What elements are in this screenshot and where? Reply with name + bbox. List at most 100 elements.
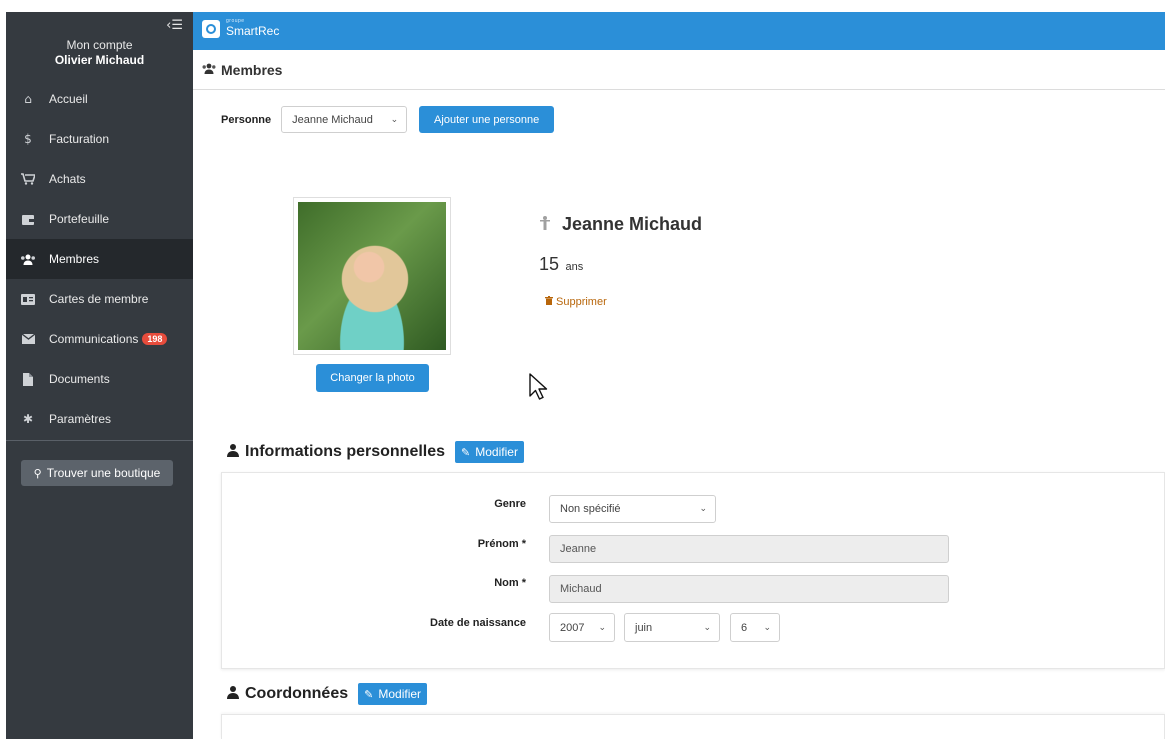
age-unit: ans: [565, 261, 584, 273]
change-photo-button[interactable]: Changer la photo: [316, 364, 429, 392]
delete-label: Supprimer: [556, 296, 607, 308]
lastname-value: Michaud: [560, 583, 602, 595]
page-title: Membres: [221, 61, 283, 78]
search-icon: ⚲: [33, 466, 42, 480]
pencil-icon: ✎: [461, 445, 471, 459]
profile-name-row: Jeanne Michaud: [540, 214, 702, 235]
id-card-icon: [20, 292, 36, 306]
sidebar-item-accueil[interactable]: ⌂ Accueil: [6, 79, 193, 119]
logo-mark-icon: [202, 20, 220, 38]
birth-day-select[interactable]: 6 ⌄: [730, 613, 780, 642]
firstname-field[interactable]: Jeanne: [549, 535, 949, 563]
personal-info-title: Informations personnelles: [245, 443, 446, 460]
logo-superscript: groupe: [226, 18, 245, 24]
change-photo-label: Changer la photo: [330, 372, 415, 384]
profile-name: Jeanne Michaud: [562, 214, 703, 234]
sidebar-item-membres[interactable]: Membres: [6, 239, 193, 279]
contact-heading: Coordonnées ✎ Modifier: [227, 683, 428, 705]
find-shop-label: Trouver une boutique: [46, 466, 161, 480]
sidebar-item-label: Facturation: [49, 132, 110, 146]
sidebar: ‹☰ Mon compte Olivier Michaud ⌂ Accueil …: [6, 12, 193, 739]
sidebar-item-parametres[interactable]: ✱ Paramètres: [6, 399, 193, 439]
gear-icon: ✱: [22, 412, 34, 426]
child-figure-icon: [540, 215, 550, 234]
birth-month-value: juin: [635, 621, 653, 634]
profile-age: 15 ans: [539, 254, 583, 275]
birth-year-value: 2007: [560, 621, 585, 634]
edit-contact-button[interactable]: ✎ Modifier: [358, 683, 428, 705]
gender-label: Genre: [494, 498, 526, 510]
sidebar-item-label: Membres: [49, 252, 100, 266]
sidebar-item-portefeuille[interactable]: Portefeuille: [6, 199, 193, 239]
person-select[interactable]: Jeanne Michaud ⌄: [281, 106, 408, 133]
app-logo[interactable]: groupe SmartRec: [202, 18, 280, 38]
birth-day-value: 6: [741, 621, 748, 634]
age-value: 15: [539, 254, 560, 274]
person-select-value: Jeanne Michaud: [292, 113, 373, 126]
firstname-label: Prénom *: [477, 538, 526, 550]
sidebar-item-cartes-de-membre[interactable]: Cartes de membre: [6, 279, 193, 319]
delete-person-link[interactable]: Supprimer: [545, 296, 607, 308]
account-label: Mon compte: [66, 38, 133, 52]
birth-month-select[interactable]: juin ⌄: [624, 613, 720, 642]
gender-select[interactable]: Non spécifié ⌄: [549, 495, 716, 523]
sidebar-item-label: Accueil: [49, 92, 88, 106]
sidebar-item-label: Portefeuille: [49, 212, 110, 226]
profile-photo-frame: [293, 197, 451, 355]
contact-title: Coordonnées: [245, 685, 349, 702]
top-bar: groupe SmartRec: [193, 12, 1165, 50]
users-icon: [20, 252, 36, 266]
chevron-down-icon: ⌄: [703, 622, 711, 633]
cart-icon: [20, 172, 36, 186]
user-icon: [227, 443, 239, 461]
page-header: Membres: [193, 50, 1165, 90]
lastname-label: Nom *: [494, 577, 526, 589]
mouse-cursor-icon: [528, 372, 550, 407]
lastname-field[interactable]: Michaud: [549, 575, 949, 603]
communications-count-badge: 198: [142, 333, 168, 345]
edit-label: Modifier: [475, 445, 518, 459]
contact-card: [221, 714, 1165, 739]
sidebar-item-label: Communications: [49, 332, 139, 346]
add-person-button[interactable]: Ajouter une personne: [419, 106, 555, 133]
file-icon: [20, 372, 36, 386]
chevron-down-icon: ⌄: [598, 622, 606, 633]
logo-wordmark: groupe SmartRec: [226, 18, 280, 38]
logo-text: SmartRec: [226, 24, 280, 38]
sidebar-item-communications[interactable]: Communications 198: [6, 319, 193, 359]
edit-personal-info-button[interactable]: ✎ Modifier: [455, 441, 524, 463]
chevron-down-icon: ⌄: [390, 114, 399, 125]
chevron-down-icon: ⌄: [699, 504, 707, 514]
envelope-icon: [20, 332, 36, 346]
pencil-icon: ✎: [364, 687, 374, 701]
firstname-value: Jeanne: [560, 543, 597, 555]
sidebar-item-label: Achats: [49, 172, 86, 186]
wallet-icon: [20, 212, 36, 226]
account-name: Olivier Michaud: [54, 53, 145, 67]
chevron-down-icon: ⌄: [763, 622, 771, 633]
personal-info-card: Genre Non spécifié ⌄ Prénom * Jeanne Nom…: [221, 472, 1165, 669]
sidebar-item-documents[interactable]: Documents: [6, 359, 193, 399]
birth-year-select[interactable]: 2007 ⌄: [549, 613, 615, 642]
sidebar-nav: ⌂ Accueil $ Facturation Achats Portefeui…: [6, 79, 193, 439]
sidebar-divider: [6, 440, 193, 441]
sidebar-item-label: Paramètres: [49, 412, 112, 426]
dollar-icon: $: [24, 132, 32, 146]
person-label: Personne: [221, 113, 272, 126]
sidebar-item-achats[interactable]: Achats: [6, 159, 193, 199]
sidebar-item-facturation[interactable]: $ Facturation: [6, 119, 193, 159]
sidebar-item-label: Documents: [49, 372, 110, 386]
sidebar-item-label: Cartes de membre: [49, 292, 149, 306]
personal-info-heading: Informations personnelles ✎ Modifier: [227, 441, 524, 463]
find-shop-button[interactable]: ⚲ Trouver une boutique: [21, 460, 173, 486]
trash-icon: [545, 296, 553, 308]
person-selector-row: Personne Jeanne Michaud ⌄ Ajouter une pe…: [221, 106, 555, 133]
user-icon: [227, 685, 239, 703]
birthdate-label: Date de naissance: [430, 617, 526, 629]
collapse-menu-icon[interactable]: ‹☰: [166, 18, 183, 33]
users-icon: [202, 63, 216, 77]
account-block: Mon compte Olivier Michaud: [6, 38, 193, 67]
add-person-label: Ajouter une personne: [434, 113, 540, 126]
home-icon: ⌂: [24, 92, 32, 106]
gender-value: Non spécifié: [560, 503, 621, 515]
